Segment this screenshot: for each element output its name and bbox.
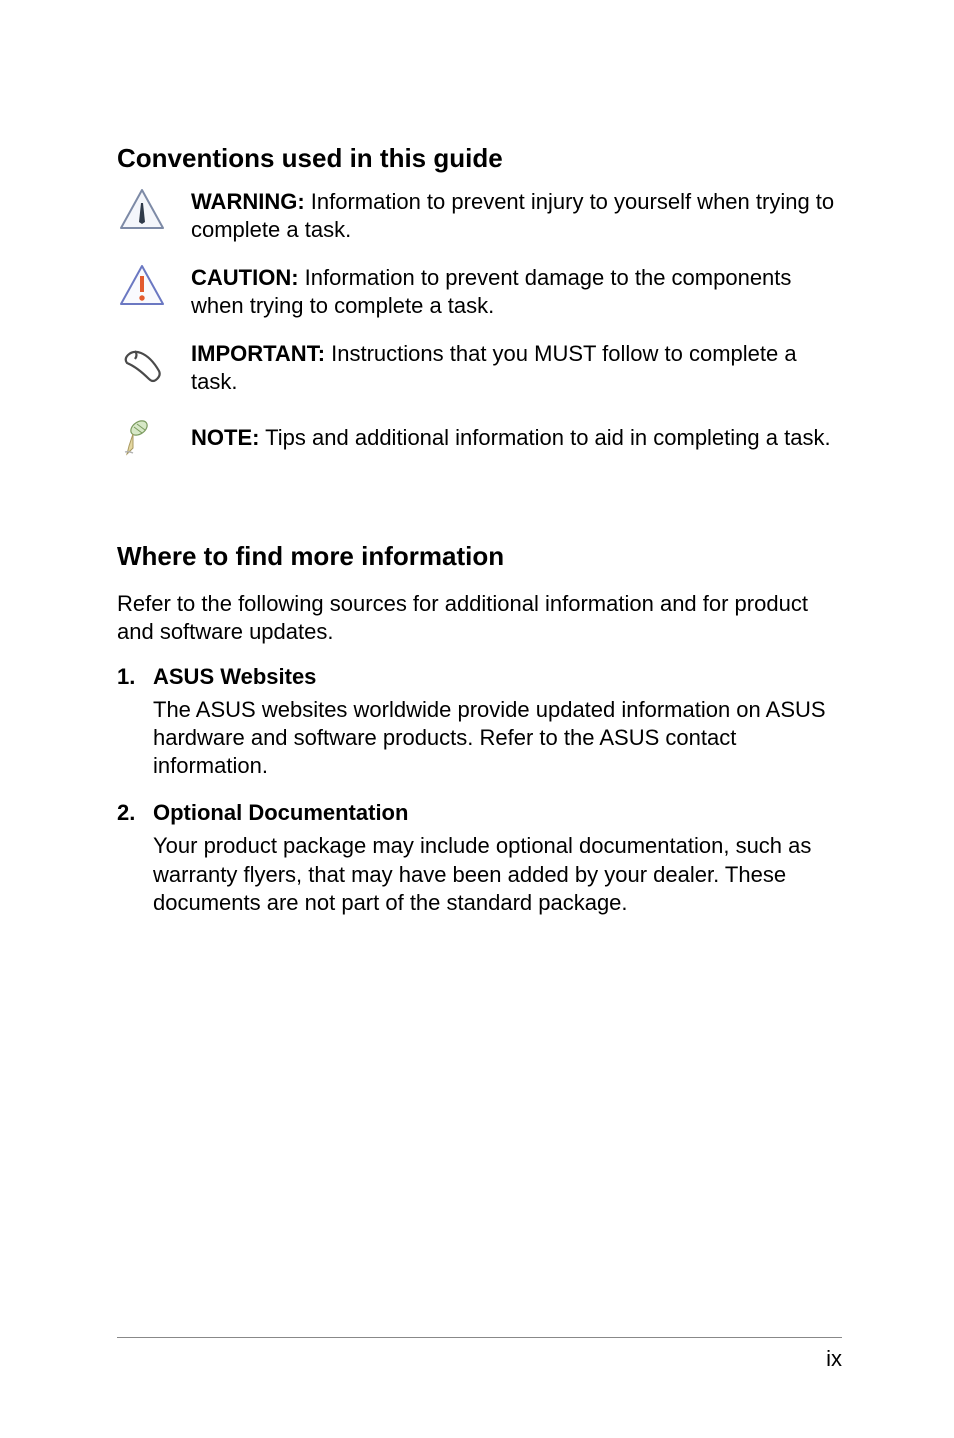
icon-col <box>117 188 191 235</box>
list-item-title: Optional Documentation <box>153 800 842 826</box>
section-intro-text: Refer to the following sources for addit… <box>117 590 842 646</box>
convention-item-important: IMPORTANT: Instructions that you MUST fo… <box>117 340 842 396</box>
caution-label: CAUTION: <box>191 265 299 290</box>
convention-text: IMPORTANT: Instructions that you MUST fo… <box>191 340 842 396</box>
list-number: 1. <box>117 664 153 780</box>
icon-col <box>117 416 191 461</box>
list-item-description: Your product package may include optiona… <box>153 832 842 916</box>
list-body: ASUS Websites The ASUS websites worldwid… <box>153 664 842 780</box>
icon-col <box>117 345 191 390</box>
note-description: Tips and additional information to aid i… <box>259 425 830 450</box>
footer-divider <box>117 1337 842 1338</box>
list-item-title: ASUS Websites <box>153 664 842 690</box>
note-icon <box>119 416 159 461</box>
numbered-item-2: 2. Optional Documentation Your product p… <box>117 800 842 916</box>
warning-label: WARNING: <box>191 189 305 214</box>
note-label: NOTE: <box>191 425 259 450</box>
warning-icon <box>119 188 165 235</box>
convention-text: NOTE: Tips and additional information to… <box>191 424 842 452</box>
caution-icon <box>119 264 165 311</box>
icon-col <box>117 264 191 311</box>
document-page: Conventions used in this guide WARNING: … <box>0 0 954 1438</box>
important-label: IMPORTANT: <box>191 341 325 366</box>
section-heading-conventions: Conventions used in this guide <box>117 143 842 174</box>
section-where-to-find: Where to find more information Refer to … <box>117 541 842 917</box>
convention-item-warning: WARNING: Information to prevent injury t… <box>117 188 842 244</box>
page-number: ix <box>826 1346 842 1372</box>
convention-text: CAUTION: Information to prevent damage t… <box>191 264 842 320</box>
section-heading-more-info: Where to find more information <box>117 541 842 572</box>
list-body: Optional Documentation Your product pack… <box>153 800 842 916</box>
convention-item-caution: CAUTION: Information to prevent damage t… <box>117 264 842 320</box>
list-item-description: The ASUS websites worldwide provide upda… <box>153 696 842 780</box>
important-icon <box>119 345 165 390</box>
convention-text: WARNING: Information to prevent injury t… <box>191 188 842 244</box>
convention-item-note: NOTE: Tips and additional information to… <box>117 416 842 461</box>
numbered-item-1: 1. ASUS Websites The ASUS websites world… <box>117 664 842 780</box>
list-number: 2. <box>117 800 153 916</box>
